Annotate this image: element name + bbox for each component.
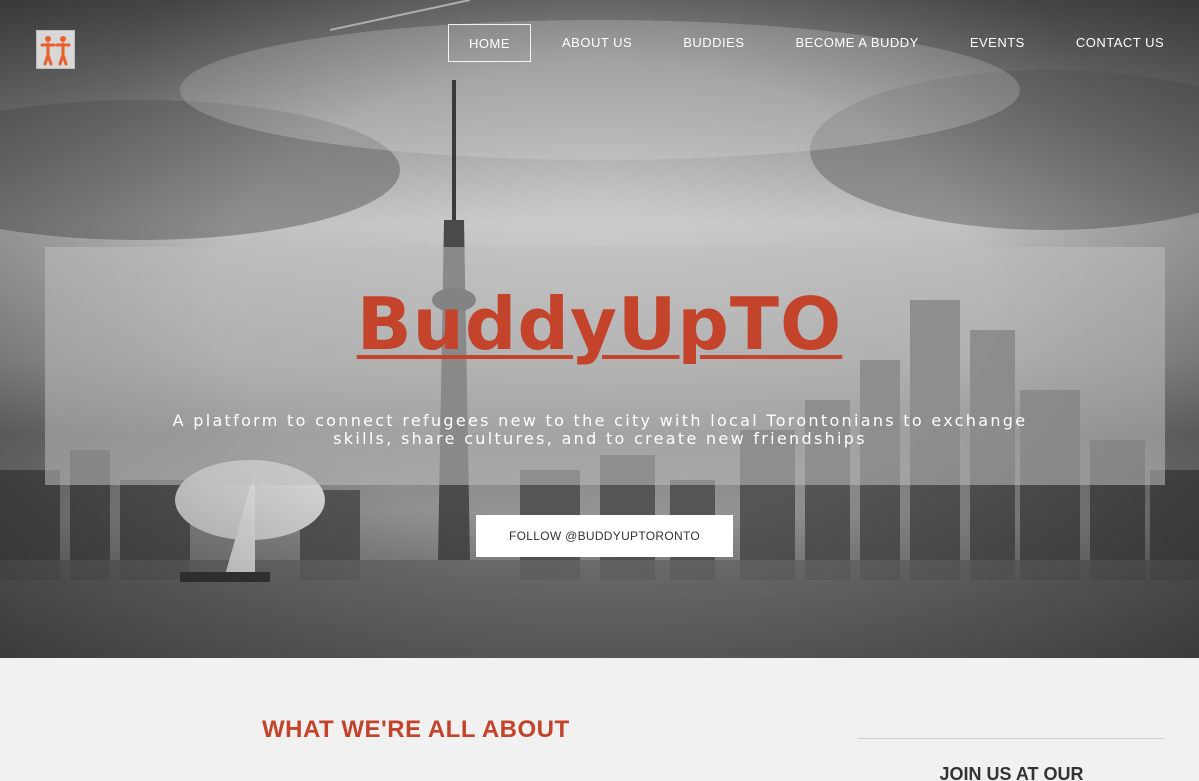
nav-item-home[interactable]: HOME [448,24,531,62]
sidebar-divider [858,738,1165,739]
nav-item-about-us[interactable]: ABOUT US [542,24,652,62]
site-logo[interactable] [36,30,75,69]
two-people-logo-icon [40,36,71,66]
join-heading: JOIN US AT OUR [939,764,1084,781]
about-heading: WHAT WE'RE ALL ABOUT [262,716,570,743]
main-nav: HOME ABOUT US BUDDIES BECOME A BUDDY EVE… [448,24,1195,62]
nav-item-become-a-buddy[interactable]: BECOME A BUDDY [776,24,939,62]
nav-item-buddies[interactable]: BUDDIES [663,24,764,62]
hero-tagline: A platform to connect refugees new to th… [172,411,1028,448]
nav-item-contact-us[interactable]: CONTACT US [1056,24,1184,62]
hero-title-link[interactable]: BuddyUpTO [0,282,1199,366]
nav-item-events[interactable]: EVENTS [950,24,1045,62]
follow-button[interactable]: FOLLOW @BUDDYUPTORONTO [476,515,733,557]
